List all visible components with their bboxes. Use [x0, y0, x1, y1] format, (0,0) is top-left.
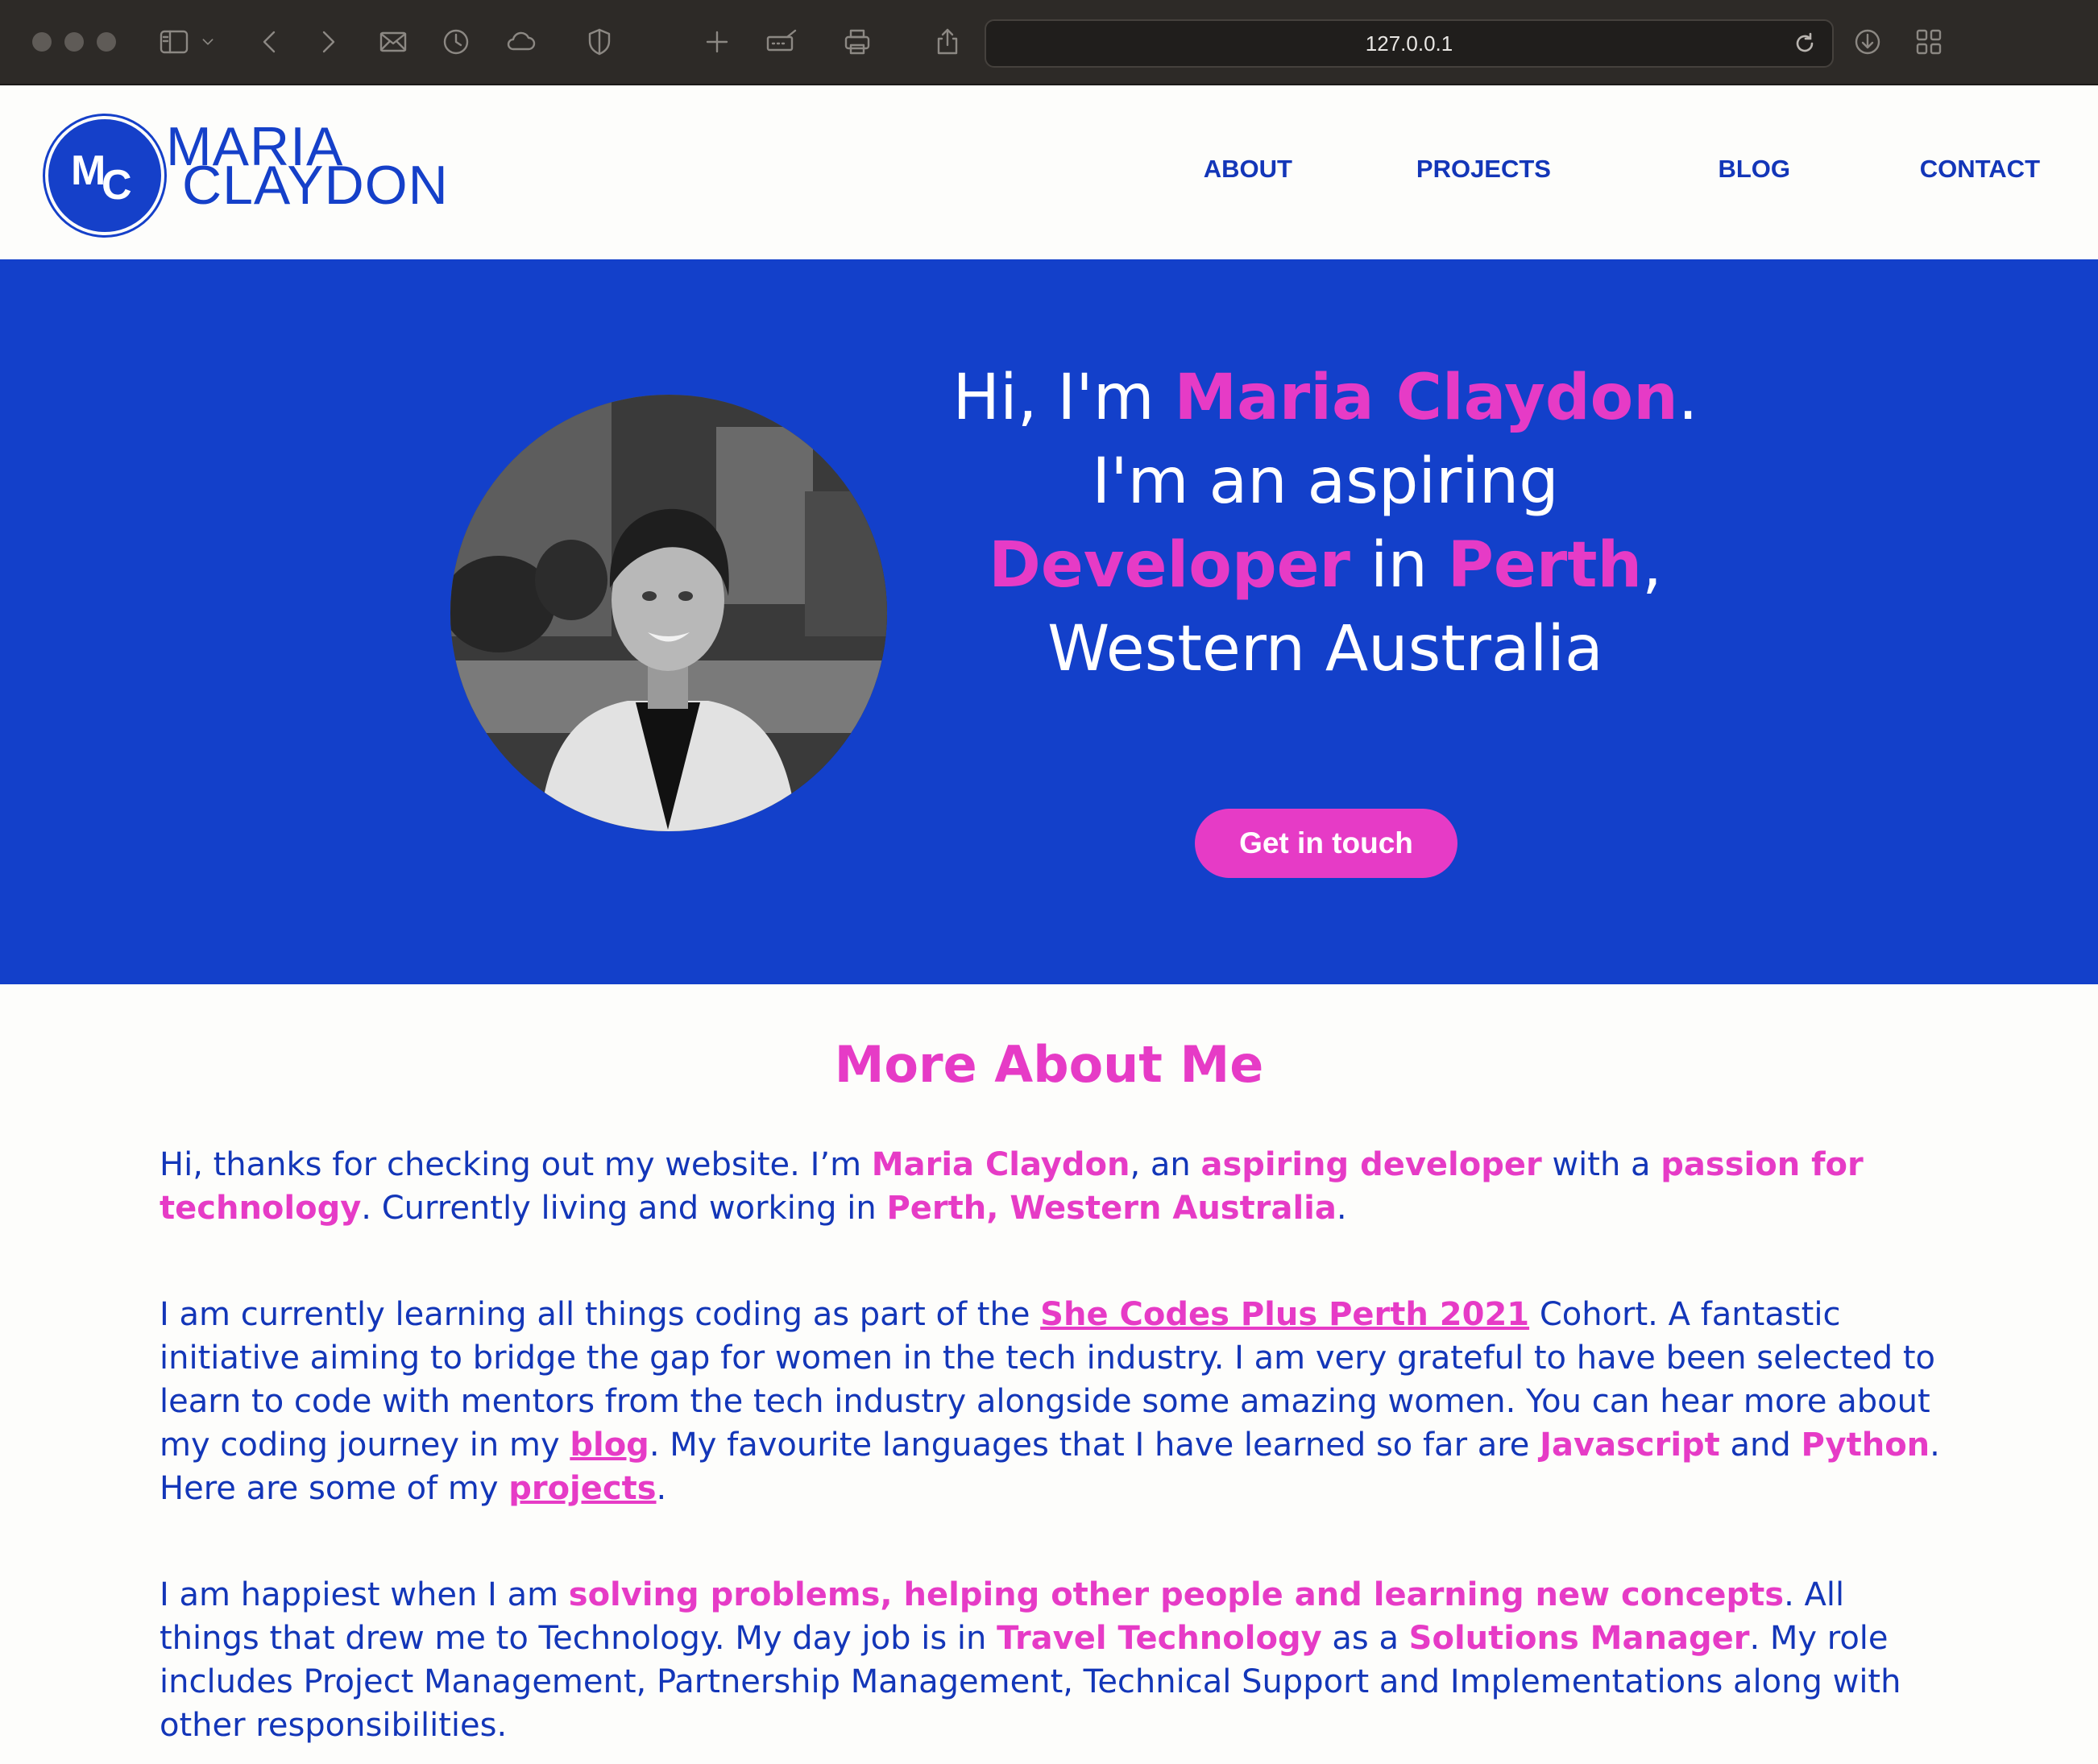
logo-last-name: CLAYDON: [182, 155, 449, 216]
hero-role: Developer: [989, 529, 1351, 602]
browser-toolbar: 127.0.0.1: [0, 0, 2098, 85]
browser-window: 127.0.0.1 M C MARIA CLAYDON ABOUT PROJEC…: [0, 0, 2098, 1764]
text-segment: . Currently living and working in: [361, 1190, 887, 1227]
new-tab-icon[interactable]: [698, 23, 736, 61]
sidebar-icon[interactable]: [155, 23, 193, 61]
highlight-name: Maria Claydon: [871, 1146, 1130, 1183]
about-paragraph-intro: Hi, thanks for checking out my website. …: [160, 1143, 1940, 1230]
share-icon[interactable]: [928, 23, 967, 61]
mail-icon[interactable]: [374, 23, 413, 61]
downloads-icon[interactable]: [1848, 23, 1887, 61]
text-segment: .: [656, 1470, 667, 1507]
nav-projects[interactable]: PROJECTS: [1416, 155, 1551, 184]
back-icon[interactable]: [251, 23, 290, 61]
close-window-button[interactable]: [32, 32, 52, 52]
logo-monogram-c: C: [102, 162, 132, 209]
text-segment: I am happiest when I am: [160, 1576, 569, 1613]
cloud-icon[interactable]: [501, 23, 540, 61]
text-segment: with a: [1541, 1146, 1661, 1183]
shield-icon[interactable]: [580, 23, 619, 61]
highlight-job-title: Solutions Manager: [1408, 1620, 1750, 1657]
nav-contact[interactable]: CONTACT: [1920, 155, 2040, 184]
hero-city: Perth: [1447, 529, 1643, 602]
tab-overview-icon[interactable]: [1909, 23, 1948, 61]
nav-about[interactable]: ABOUT: [1204, 155, 1292, 184]
blog-link[interactable]: blog: [570, 1427, 649, 1464]
text-segment: Hi, thanks for checking out my website. …: [160, 1146, 872, 1183]
highlight-interests: solving problems, helping other people a…: [568, 1576, 1785, 1613]
address-bar[interactable]: 127.0.0.1: [985, 19, 1834, 68]
logo-monogram-m: M: [71, 147, 106, 194]
text-segment: and: [1719, 1427, 1802, 1464]
about-paragraph-coding: I am currently learning all things codin…: [160, 1293, 1940, 1510]
print-icon[interactable]: [838, 23, 877, 61]
highlight-role: aspiring developer: [1200, 1146, 1542, 1183]
zoom-window-button[interactable]: [97, 32, 116, 52]
hero-greeting: Hi, I'm: [952, 362, 1175, 434]
hero-name: Maria Claydon: [1174, 362, 1678, 434]
forward-icon[interactable]: [308, 23, 346, 61]
logo-monogram-circle: M C: [45, 116, 164, 235]
projects-link[interactable]: projects: [508, 1470, 656, 1507]
hero-section: Hi, I'm Maria Claydon. I'm an aspiring D…: [0, 259, 2098, 984]
about-heading: More About Me: [834, 1035, 1264, 1094]
minimize-window-button[interactable]: [64, 32, 84, 52]
hero-heading: Hi, I'm Maria Claydon. I'm an aspiring D…: [943, 356, 1708, 691]
highlight-location: Perth, Western Australia: [886, 1190, 1337, 1227]
highlight-industry: Travel Technology: [997, 1620, 1322, 1657]
text-segment: , an: [1130, 1146, 1201, 1183]
password-icon[interactable]: [762, 23, 801, 61]
profile-photo: [450, 395, 887, 831]
hero-in-text: in: [1350, 529, 1448, 602]
get-in-touch-button[interactable]: Get in touch: [1195, 809, 1457, 878]
reload-icon[interactable]: [1789, 27, 1821, 60]
nav-blog[interactable]: BLOG: [1718, 155, 1790, 184]
text-segment: I am currently learning all things codin…: [160, 1296, 1041, 1333]
chevron-down-icon[interactable]: [197, 23, 219, 61]
site-logo[interactable]: M C MARIA CLAYDON: [45, 116, 496, 237]
text-segment: .: [1336, 1190, 1347, 1227]
text-segment: as a: [1321, 1620, 1409, 1657]
url-text: 127.0.0.1: [1365, 31, 1453, 56]
about-paragraph-work: I am happiest when I am solving problems…: [160, 1573, 1940, 1747]
highlight-python: Python: [1801, 1427, 1930, 1464]
she-codes-link[interactable]: She Codes Plus Perth 2021: [1040, 1296, 1529, 1333]
history-icon[interactable]: [437, 23, 475, 61]
highlight-javascript: Javascript: [1540, 1427, 1720, 1464]
site-header: M C MARIA CLAYDON ABOUT PROJECTS BLOG CO…: [0, 85, 2098, 259]
text-segment: . My favourite languages that I have lea…: [649, 1427, 1540, 1464]
